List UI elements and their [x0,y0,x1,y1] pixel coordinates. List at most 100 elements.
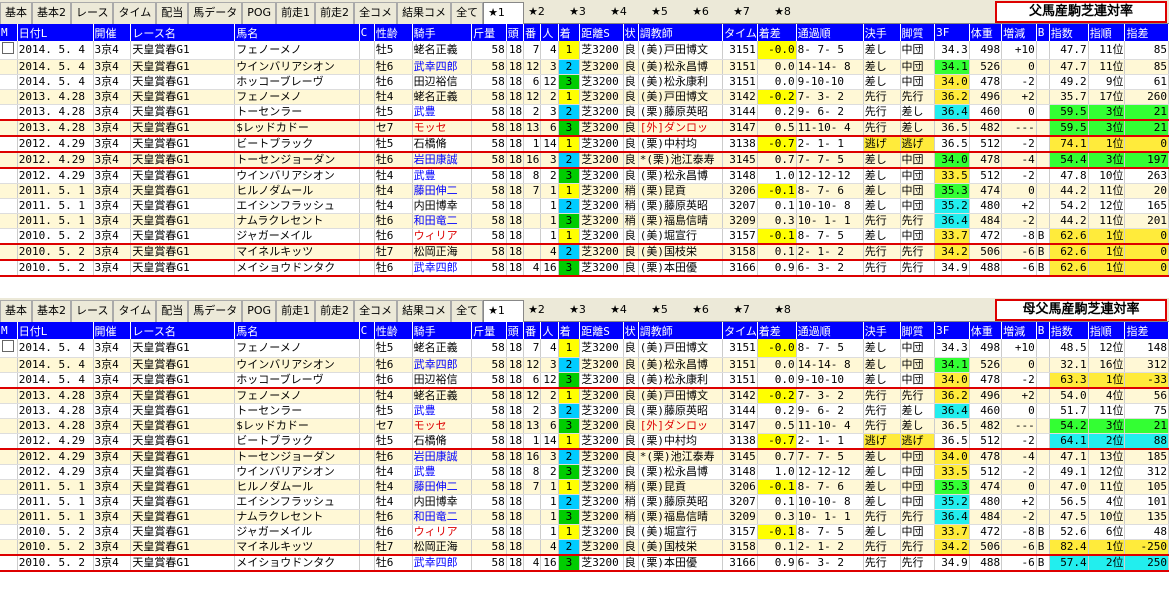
table-row[interactable]: 2010. 5. 2 3京4 天皇賞春G1 ジャガーメイル 牡6 ウィリア 58 18 1 1 芝3… [0,228,1169,245]
column-header-kaisai[interactable]: 開催 [93,322,132,339]
table-row[interactable]: 2013. 4.28 3京4 天皇賞春G1 $レッドカドー セ7 モッセ 58 18 13 6 3 芝… [0,120,1169,137]
tab-8[interactable]: 前走2 [315,300,355,322]
star-tab-4[interactable]: ★4 [606,2,647,24]
table-row[interactable]: 2010. 5. 2 3京4 天皇賞春G1 ジャガーメイル 牡6 ウィリア 58 18 1 1 芝3… [0,524,1169,540]
tab-0[interactable]: 基本 [0,300,32,322]
tab-8[interactable]: 前走2 [315,2,355,24]
tab-9[interactable]: 全コメ [354,300,398,322]
tab-11[interactable]: 全て [451,2,484,24]
column-header-trainer[interactable]: 調教師 [638,24,724,41]
tab-7[interactable]: 前走1 [276,2,316,24]
tab-5[interactable]: 馬データ [188,300,243,322]
star-tab-6[interactable]: ★6 [688,2,729,24]
column-header-ban[interactable]: 番 [523,24,542,41]
tab-5[interactable]: 馬データ [188,2,243,24]
column-header-c[interactable]: C [359,24,375,41]
column-header-kin[interactable]: 斤量 [471,322,507,339]
column-header-weight[interactable]: 体重 [969,322,1003,339]
table-row[interactable]: 2011. 5. 1 3京4 天皇賞春G1 エイシンフラッシュ 牡4 内田博幸 58 18 1 2… [0,198,1169,214]
column-header-c[interactable]: C [359,322,375,339]
star-tab-7[interactable]: ★7 [729,300,770,322]
table-row[interactable]: 2011. 5. 1 3京4 天皇賞春G1 ナムラクレセント 牡6 和田竜二 58 18 1 3 芝… [0,509,1169,525]
row-checkbox[interactable] [2,340,14,352]
tab-2[interactable]: レース [71,2,114,24]
tab-6[interactable]: POG [242,300,277,322]
tab-10[interactable]: 結果コメ [397,2,452,24]
column-header-chaku[interactable]: 着 [558,322,581,339]
column-header-zogen[interactable]: 増減 [1001,24,1037,41]
tab-0[interactable]: 基本 [0,2,32,24]
column-header-b[interactable]: B [1036,322,1050,339]
table-row[interactable]: 2010. 5. 2 3京4 天皇賞春G1 マイネルキッツ 牡7 松岡正海 58 18 4 2 芝3… [0,539,1169,556]
column-header-horse[interactable]: 馬名 [234,24,360,41]
star-tab-8[interactable]: ★8 [770,2,811,24]
column-header-chaku[interactable]: 着 [558,24,581,41]
column-header-jo[interactable]: 状 [623,322,639,339]
column-header-diff[interactable]: 指差 [1124,322,1169,339]
column-header-kin[interactable]: 斤量 [471,24,507,41]
tab-3[interactable]: タイム [113,300,157,322]
tab-7[interactable]: 前走1 [276,300,316,322]
column-header-weight[interactable]: 体重 [969,24,1003,41]
column-header-dist[interactable]: 距離S [579,322,624,339]
tab-11[interactable]: 全て [451,300,484,322]
star-tab-6[interactable]: ★6 [688,300,729,322]
table-row[interactable]: 2012. 4.29 3京4 天皇賞春G1 ビートブラック 牡5 石橋脩 58 18 1 14 1 芝… [0,136,1169,153]
table-row[interactable]: 2014. 5. 4 3京4 天皇賞春G1 ウインバリアシオン 牡6 武幸四郎 58 18 12… [0,59,1169,75]
column-header-race[interactable]: レース名 [130,24,236,41]
column-header-date[interactable]: 日付L [17,24,94,41]
tab-3[interactable]: タイム [113,2,157,24]
table-row[interactable]: 2012. 4.29 3京4 天皇賞春G1 ウインバリアシオン 牡4 武豊 58 18 8 2 3 芝… [0,464,1169,480]
table-row[interactable]: 2011. 5. 1 3京4 天皇賞春G1 エイシンフラッシュ 牡4 内田博幸 58 18 1 2… [0,494,1169,510]
table-row[interactable]: 2012. 4.29 3京4 天皇賞春G1 トーセンジョーダン 牡6 岩田康誠 58 18 16… [0,449,1169,465]
row-checkbox[interactable] [2,42,14,54]
star-tab-3[interactable]: ★3 [565,2,606,24]
table-row[interactable]: 2013. 4.28 3京4 天皇賞春G1 フェノーメノ 牡4 蛯名正義 58 18 12 2 1 芝… [0,89,1169,105]
column-header-idx[interactable]: 指数 [1049,24,1089,41]
column-header-sex[interactable]: 性齢 [374,322,413,339]
table-row[interactable]: 2014. 5. 4 3京4 天皇賞春G1 ウインバリアシオン 牡6 武幸四郎 58 18 12… [0,357,1169,373]
column-header-jockey[interactable]: 騎手 [412,322,473,339]
table-row[interactable]: 2013. 4.28 3京4 天皇賞春G1 $レッドカドー セ7 モッセ 58 18 13 6 3 芝… [0,418,1169,434]
column-header-tsuka[interactable]: 通過順 [796,24,864,41]
star-tab-1[interactable]: ★1 [483,2,525,24]
column-header-trainer[interactable]: 調教師 [638,322,724,339]
column-header-kimete[interactable]: 決手 [863,322,901,339]
table-row[interactable]: 2014. 5. 4 3京4 天皇賞春G1 フェノーメノ 牡5 蛯名正義 58 18 7 4 1 芝3… [0,339,1169,358]
table-row[interactable]: 2010. 5. 2 3京4 天皇賞春G1 メイショウドンタク 牡6 武幸四郎 58 18 4 1… [0,555,1169,572]
column-header-tsuka[interactable]: 通過順 [796,322,864,339]
column-header-kaisai[interactable]: 開催 [93,24,132,41]
column-header-time[interactable]: タイム [722,24,758,41]
table-row[interactable]: 2013. 4.28 3京4 天皇賞春G1 トーセンラー 牡5 武豊 58 18 2 3 2 芝320… [0,104,1169,121]
column-header-rank[interactable]: 指順 [1088,322,1126,339]
column-header-b[interactable]: B [1036,24,1050,41]
column-header-zogen[interactable]: 増減 [1001,322,1037,339]
column-header-kimete[interactable]: 決手 [863,24,901,41]
column-header-cb[interactable]: M [0,322,18,339]
column-header-sa[interactable]: 着差 [757,24,797,41]
tab-9[interactable]: 全コメ [354,2,398,24]
star-tab-5[interactable]: ★5 [647,2,688,24]
tab-1[interactable]: 基本2 [32,2,71,24]
column-header-kyaku[interactable]: 脚質 [900,322,936,339]
column-header-horse[interactable]: 馬名 [234,322,360,339]
table-row[interactable]: 2014. 5. 4 3京4 天皇賞春G1 ホッコーブレーヴ 牡6 田辺裕信 58 18 6 12… [0,74,1169,90]
star-tab-7[interactable]: ★7 [729,2,770,24]
column-header-diff[interactable]: 指差 [1124,24,1169,41]
star-tab-3[interactable]: ★3 [565,300,606,322]
column-header-dist[interactable]: 距離S [579,24,624,41]
tab-2[interactable]: レース [71,300,114,322]
table-row[interactable]: 2012. 4.29 3京4 天皇賞春G1 トーセンジョーダン 牡6 岩田康誠 58 18 16… [0,152,1169,169]
tab-4[interactable]: 配当 [156,300,189,322]
table-row[interactable]: 2011. 5. 1 3京4 天皇賞春G1 ヒルノダムール 牡4 藤田伸二 58 18 7 1 1 芝… [0,479,1169,495]
table-row[interactable]: 2012. 4.29 3京4 天皇賞春G1 ウインバリアシオン 牡4 武豊 58 18 8 2 3 芝… [0,168,1169,184]
star-tab-4[interactable]: ★4 [606,300,647,322]
column-header-cb[interactable]: M [0,24,18,41]
column-header-time[interactable]: タイム [722,322,758,339]
tab-4[interactable]: 配当 [156,2,189,24]
column-header-ban[interactable]: 番 [523,322,542,339]
table-row[interactable]: 2010. 5. 2 3京4 天皇賞春G1 マイネルキッツ 牡7 松岡正海 58 18 4 2 芝3… [0,244,1169,261]
star-tab-5[interactable]: ★5 [647,300,688,322]
table-row[interactable]: 2010. 5. 2 3京4 天皇賞春G1 メイショウドンタク 牡6 武幸四郎 58 18 4 1… [0,260,1169,277]
column-header-tou[interactable]: 頭 [506,322,525,339]
